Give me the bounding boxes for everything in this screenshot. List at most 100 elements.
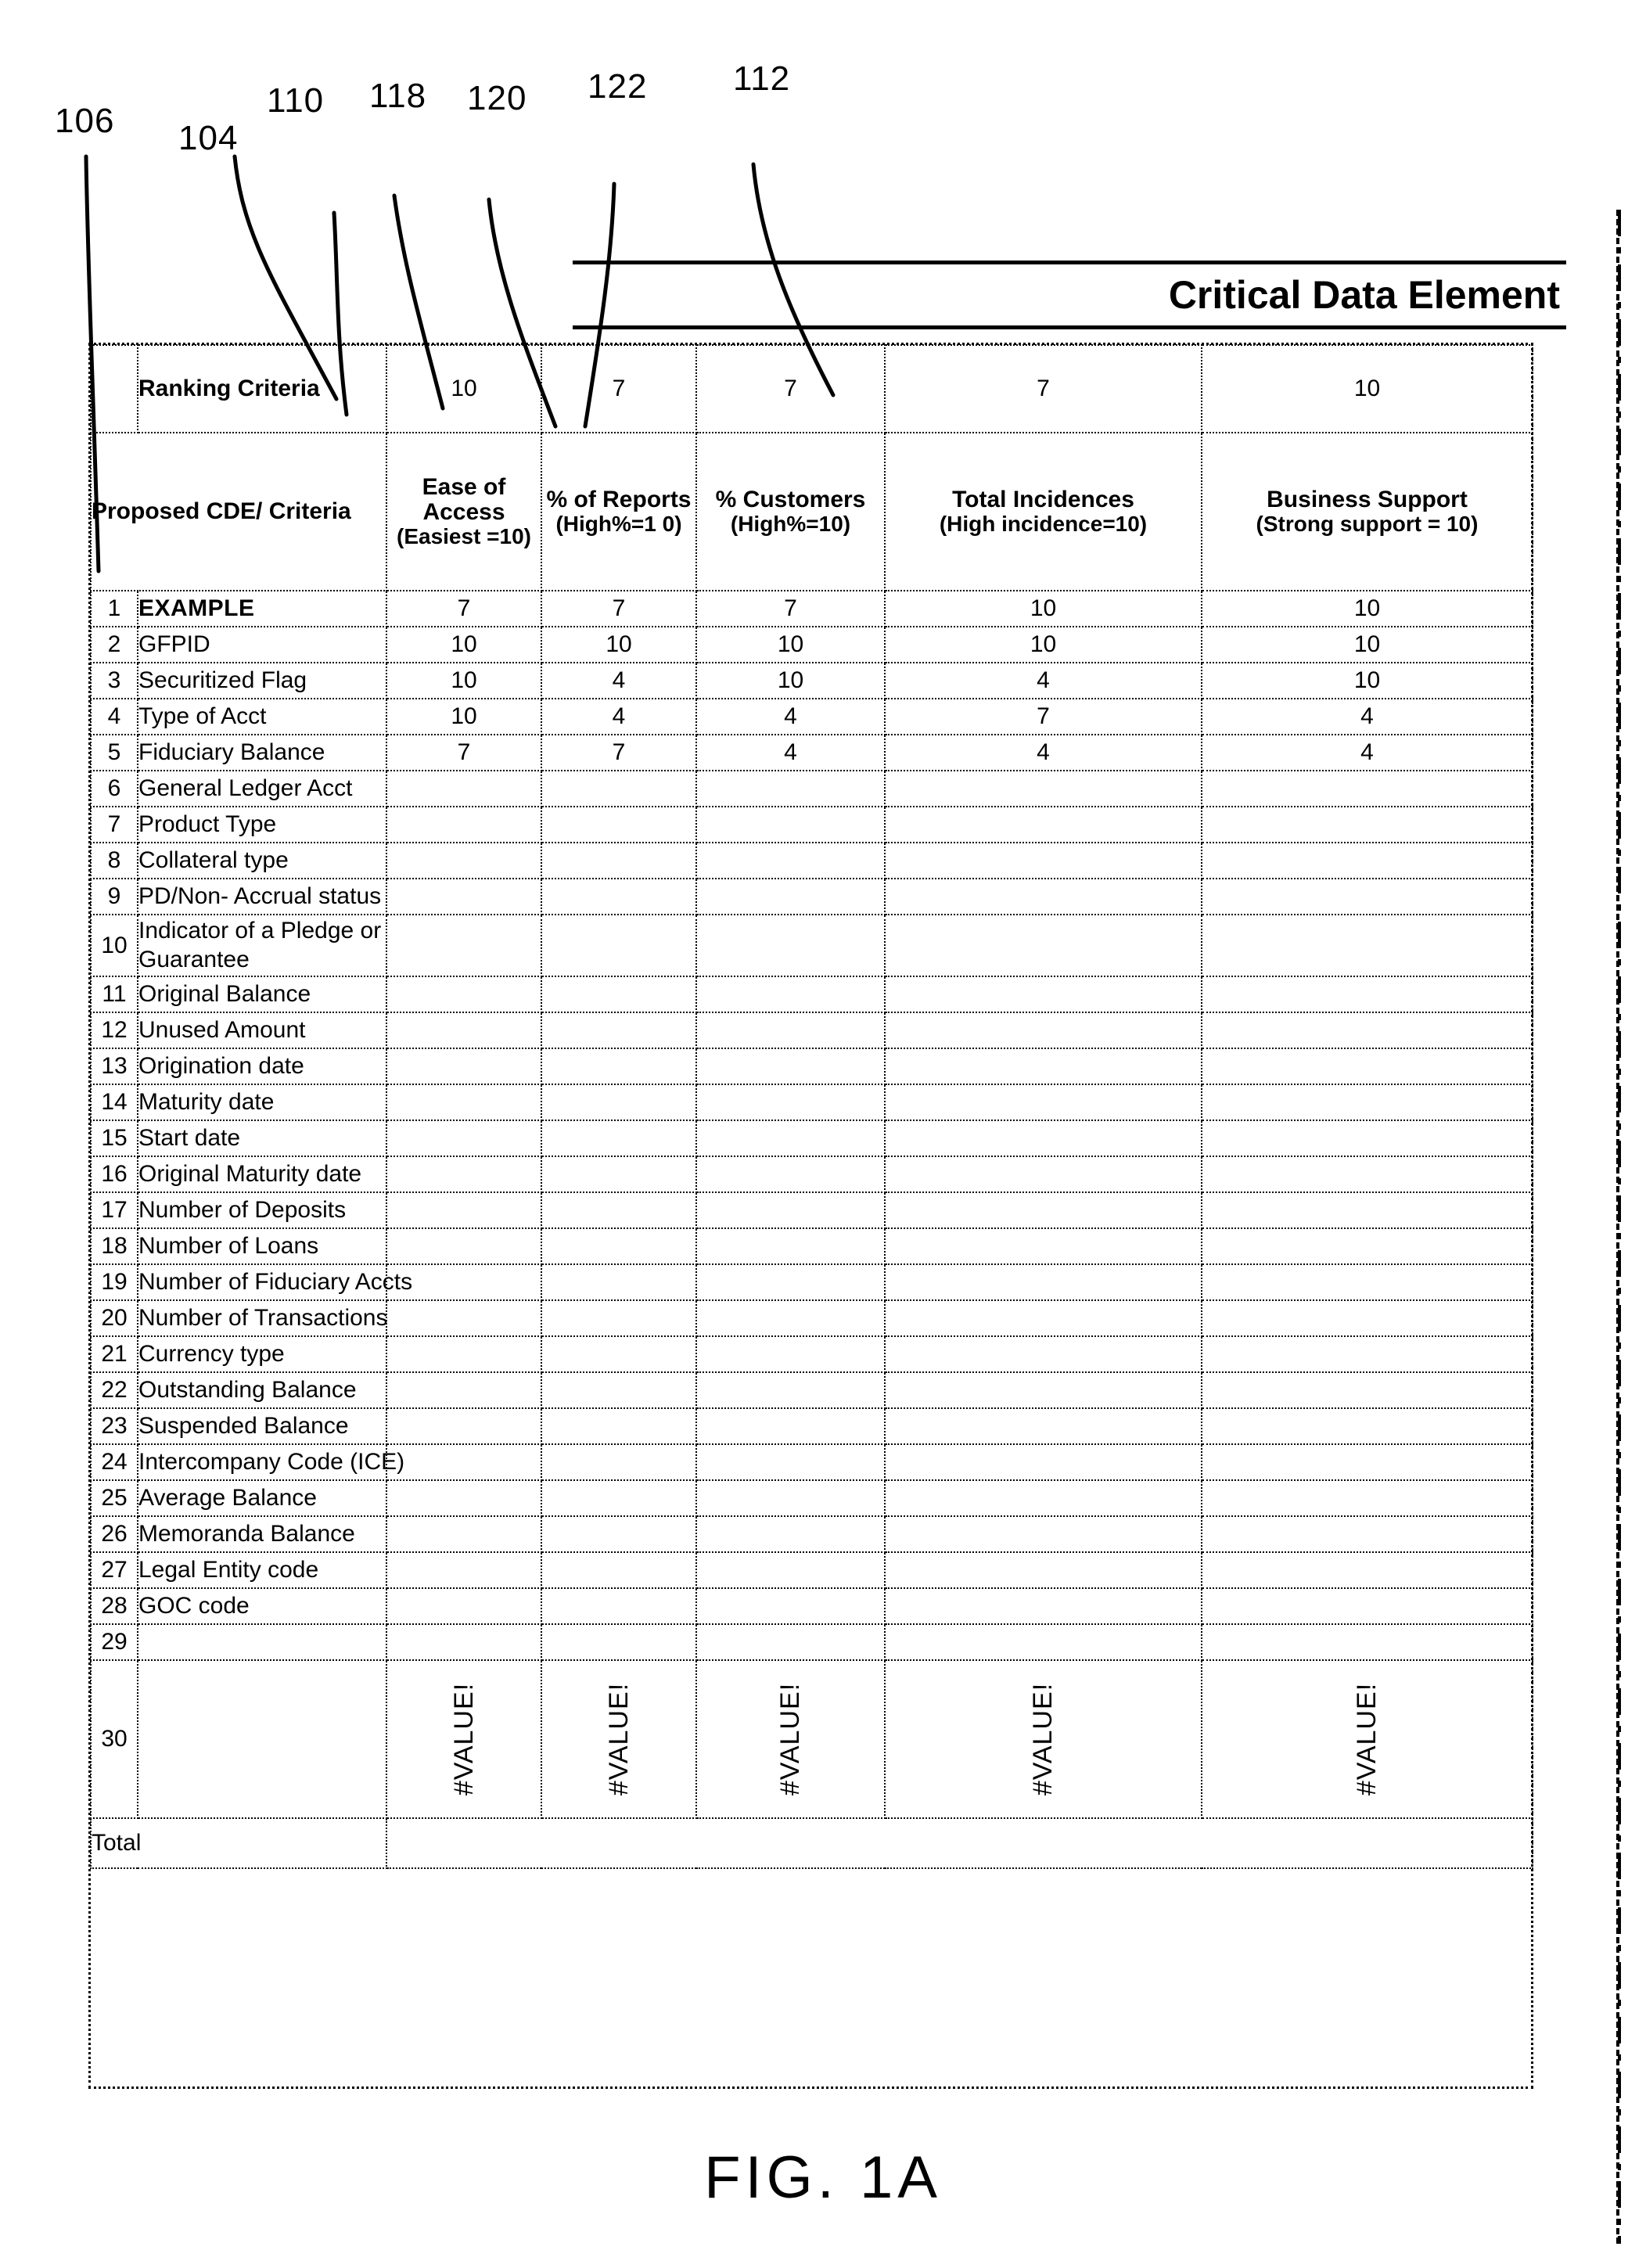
row-value-1[interactable] — [386, 1479, 542, 1518]
row-value-1[interactable] — [386, 878, 542, 915]
row-value-3[interactable]: 10 — [695, 626, 886, 663]
row-value-5[interactable] — [1201, 1299, 1533, 1338]
row-value-5[interactable] — [1201, 878, 1533, 915]
row-value-3[interactable] — [695, 1407, 886, 1446]
table-row[interactable]: 3 Securitized Flag 10 4 10 4 10 — [90, 662, 1533, 699]
row-value-2[interactable] — [541, 976, 697, 1014]
row-value-2[interactable] — [541, 1515, 697, 1554]
row-value-4[interactable] — [884, 1084, 1202, 1122]
row-value-4[interactable] — [884, 1048, 1202, 1086]
row-value-2[interactable] — [541, 1371, 697, 1410]
row-label[interactable]: Number of Fiduciary Accts — [137, 1263, 412, 1302]
row-label[interactable]: Maturity date — [137, 1084, 387, 1122]
row-value-1[interactable] — [386, 1299, 542, 1338]
row-value-2[interactable] — [541, 806, 697, 843]
table-row[interactable]: 7 Product Type — [90, 806, 1533, 843]
row-value-3[interactable] — [695, 1515, 886, 1554]
row-value-1[interactable]: 7 — [386, 590, 542, 627]
row-value-2[interactable] — [541, 770, 697, 807]
table-row[interactable]: 1 EXAMPLE 7 7 7 10 10 — [90, 590, 1533, 627]
row-value-1[interactable] — [386, 1623, 542, 1662]
row-value-1[interactable]: 7 — [386, 734, 542, 771]
row-label[interactable]: Number of Loans — [137, 1227, 387, 1266]
table-row[interactable]: 14 Maturity date — [90, 1084, 1533, 1122]
row-value-5[interactable]: 10 — [1201, 662, 1533, 699]
table-row[interactable]: 5 Fiduciary Balance 7 7 4 4 4 — [90, 734, 1533, 771]
row-value-3[interactable]: 10 — [695, 662, 886, 699]
row-label[interactable]: PD/Non- Accrual status — [137, 878, 387, 915]
table-row[interactable]: 2 GFPID 10 10 10 10 10 — [90, 626, 1533, 663]
row-label[interactable]: Start date — [137, 1120, 387, 1158]
table-row[interactable]: 27 Legal Entity code — [90, 1551, 1533, 1590]
row-value-2[interactable] — [541, 1551, 697, 1590]
row-label[interactable]: Legal Entity code — [137, 1551, 387, 1590]
row-value-5[interactable]: 4 — [1201, 698, 1533, 735]
table-row[interactable]: 18 Number of Loans — [90, 1227, 1533, 1266]
row-value-2[interactable] — [541, 1084, 697, 1122]
row-value-5[interactable] — [1201, 1192, 1533, 1230]
row-value-1[interactable] — [386, 1443, 542, 1482]
row-label[interactable]: Intercompany Code (ICE) — [137, 1443, 404, 1482]
row-value-5[interactable] — [1201, 913, 1533, 978]
row-value-3[interactable] — [695, 1623, 886, 1662]
row-value-5[interactable] — [1201, 1479, 1533, 1518]
row-value-2[interactable] — [541, 1299, 697, 1338]
row-value-3[interactable] — [695, 842, 886, 879]
row-value-1[interactable] — [386, 1120, 542, 1158]
row-label[interactable]: Original Maturity date — [137, 1156, 387, 1194]
row-value-2[interactable] — [541, 878, 697, 915]
row-value-3[interactable]: 7 — [695, 590, 886, 627]
row-value-1[interactable]: 10 — [386, 662, 542, 699]
row-value-2[interactable] — [541, 1263, 697, 1302]
table-row[interactable]: 23 Suspended Balance — [90, 1407, 1533, 1446]
row-value-2[interactable]: 7 — [541, 734, 697, 771]
row-value-3[interactable] — [695, 1120, 886, 1158]
row-value-1[interactable] — [386, 913, 542, 978]
row-value-3[interactable] — [695, 1587, 886, 1626]
row-value-5[interactable] — [1201, 1443, 1533, 1482]
row-label[interactable]: Unused Amount — [137, 1012, 387, 1050]
row-value-5[interactable] — [1201, 1371, 1533, 1410]
row-value-2[interactable] — [541, 913, 697, 978]
row-label[interactable]: Number of Deposits — [137, 1192, 387, 1230]
table-row[interactable]: 17 Number of Deposits — [90, 1192, 1533, 1230]
row-label[interactable]: Origination date — [137, 1048, 387, 1086]
row-value-4[interactable] — [884, 1192, 1202, 1230]
row-label[interactable] — [137, 1659, 387, 1820]
row-value-5[interactable] — [1201, 976, 1533, 1014]
row-value-3[interactable] — [695, 1335, 886, 1374]
row-value-5[interactable]: 10 — [1201, 626, 1533, 663]
row-label[interactable]: Product Type — [137, 806, 387, 843]
table-row[interactable]: 19 Number of Fiduciary Accts — [90, 1263, 1533, 1302]
row-value-5[interactable] — [1201, 1551, 1533, 1590]
row-value-3[interactable] — [695, 1156, 886, 1194]
row-value-3[interactable] — [695, 1012, 886, 1050]
row-value-2[interactable]: 10 — [541, 626, 697, 663]
row-value-3[interactable] — [695, 1551, 886, 1590]
row-value-5[interactable] — [1201, 1084, 1533, 1122]
row-value-5[interactable] — [1201, 1587, 1533, 1626]
row-value-3[interactable] — [695, 1084, 886, 1122]
row-value-5[interactable] — [1201, 1156, 1533, 1194]
table-row[interactable]: 24 Intercompany Code (ICE) — [90, 1443, 1533, 1482]
row-value-1[interactable] — [386, 976, 542, 1014]
row-value-5[interactable] — [1201, 1515, 1533, 1554]
row-label[interactable]: Original Balance — [137, 976, 387, 1014]
row-value-5[interactable] — [1201, 1227, 1533, 1266]
row-label[interactable] — [137, 1623, 387, 1662]
row-value-2[interactable] — [541, 1227, 697, 1266]
table-row[interactable]: 28 GOC code — [90, 1587, 1533, 1626]
row-value-4[interactable] — [884, 1227, 1202, 1266]
row-value-4[interactable] — [884, 1371, 1202, 1410]
row-value-2[interactable]: 4 — [541, 698, 697, 735]
table-row[interactable]: 8 Collateral type — [90, 842, 1533, 879]
row-value-1[interactable] — [386, 1192, 542, 1230]
row-value-4[interactable] — [884, 1407, 1202, 1446]
row-value-4[interactable] — [884, 1551, 1202, 1590]
row-value-4[interactable] — [884, 1515, 1202, 1554]
row-value-5[interactable] — [1201, 1048, 1533, 1086]
row-label[interactable]: GFPID — [137, 626, 387, 663]
row-value-4[interactable] — [884, 806, 1202, 843]
table-row[interactable]: 11 Original Balance — [90, 976, 1533, 1014]
row-value-5[interactable] — [1201, 842, 1533, 879]
